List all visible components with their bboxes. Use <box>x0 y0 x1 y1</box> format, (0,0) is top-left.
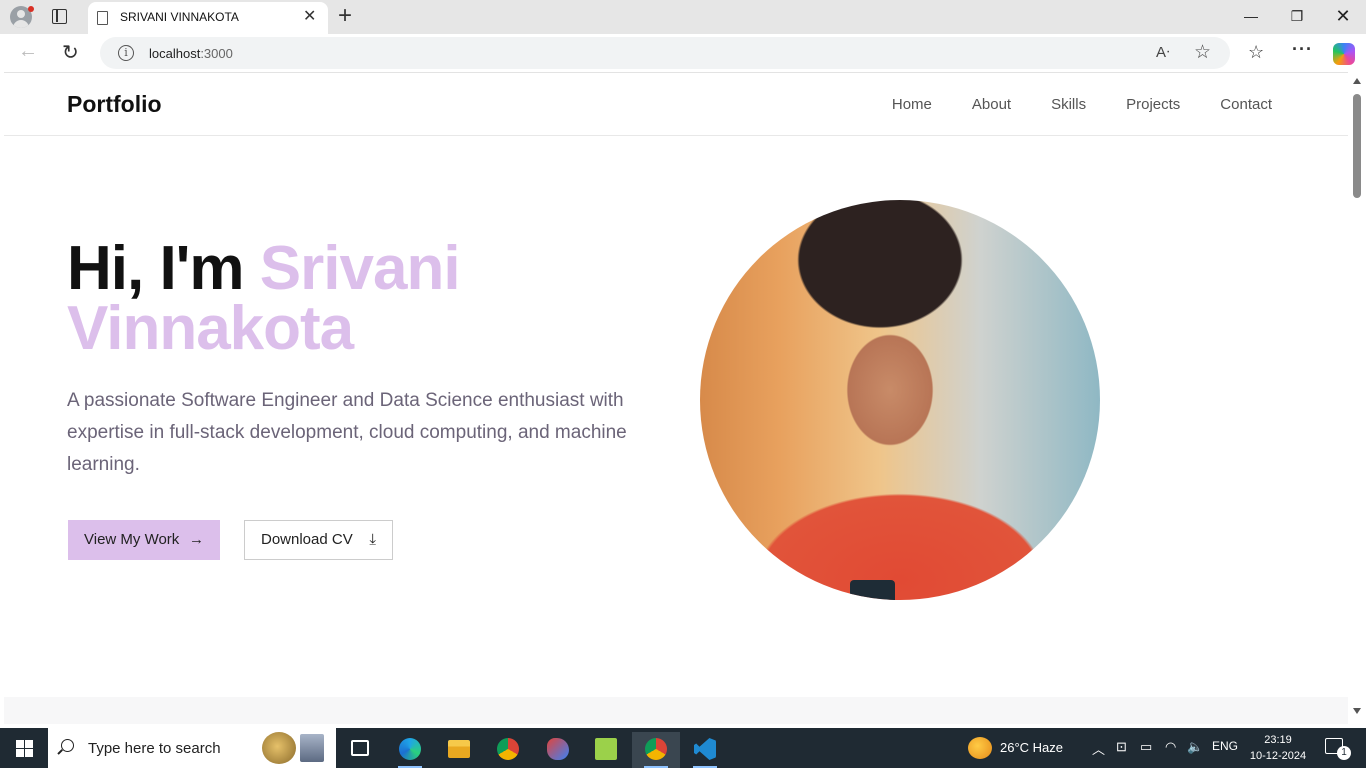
read-aloud-icon[interactable]: Aᐧ <box>1156 43 1170 61</box>
nav-link-skills[interactable]: Skills <box>1051 96 1086 113</box>
search-highlight-card-icon <box>300 734 324 762</box>
arrow-right-icon: → <box>189 531 204 548</box>
notepad-taskbar-button[interactable] <box>582 732 630 768</box>
task-view-icon <box>351 740 369 756</box>
url-port: :3000 <box>200 46 233 61</box>
reload-icon[interactable]: ↻ <box>62 40 79 65</box>
volume-icon[interactable]: 🔈 <box>1187 739 1203 755</box>
nav-link-projects[interactable]: Projects <box>1126 96 1180 113</box>
edge-taskbar-button[interactable] <box>386 732 434 768</box>
wifi-icon[interactable]: ◠ <box>1165 739 1176 755</box>
taskbar-search[interactable]: Type here to search <box>48 728 336 768</box>
nav-link-home[interactable]: Home <box>892 96 932 113</box>
view-my-work-label: View My Work <box>84 531 180 548</box>
hero-greeting: Hi, I'm <box>67 234 260 303</box>
page-scrollbar[interactable] <box>1348 72 1366 724</box>
nav-links: Home About Skills Projects Contact <box>892 96 1272 113</box>
site-info-icon[interactable]: i <box>118 45 134 61</box>
language-indicator[interactable]: ENG <box>1212 739 1238 753</box>
tab-actions-icon[interactable] <box>52 9 67 24</box>
notepad-icon <box>595 738 617 760</box>
folder-icon <box>448 740 470 758</box>
vscode-taskbar-button[interactable] <box>681 732 729 768</box>
taskbar-clock[interactable]: 23:19 10-12-2024 <box>1249 732 1307 764</box>
browser-toolbar: ← ↻ i localhost:3000 Aᐧ ☆ ☆ ··· <box>0 34 1366 72</box>
address-bar[interactable]: i localhost:3000 Aᐧ ☆ <box>100 37 1230 69</box>
chrome-taskbar-button[interactable] <box>484 732 532 768</box>
edge-icon <box>399 738 421 760</box>
page-viewport: Portfolio Home About Skills Projects Con… <box>4 72 1348 724</box>
smartwatch-detail <box>850 580 895 600</box>
nav-link-about[interactable]: About <box>972 96 1011 113</box>
more-menu-icon[interactable]: ··· <box>1292 39 1313 60</box>
site-brand[interactable]: Portfolio <box>67 91 162 118</box>
minimize-icon[interactable]: — <box>1241 6 1261 26</box>
view-my-work-button[interactable]: View My Work → <box>68 520 220 560</box>
clock-time: 23:19 <box>1264 734 1292 746</box>
paint-icon <box>547 738 569 760</box>
window-close-icon[interactable]: ✕ <box>1333 6 1353 26</box>
profile-notification-dot <box>28 6 34 12</box>
hero-heading: Hi, I'm Srivani Vinnakota <box>67 238 667 360</box>
download-icon: ⤓ <box>369 531 376 548</box>
search-icon <box>61 739 74 752</box>
tray-chevron-up-icon[interactable]: ︿ <box>1092 739 1105 758</box>
favorites-icon[interactable]: ☆ <box>1248 42 1264 63</box>
download-cv-label: Download CV <box>261 531 353 548</box>
page-favicon-icon <box>97 11 108 25</box>
file-explorer-taskbar-button[interactable] <box>435 732 483 768</box>
copilot-icon[interactable] <box>1333 43 1355 65</box>
hero-description: A passionate Software Engineer and Data … <box>67 390 627 475</box>
profile-photo <box>700 200 1100 600</box>
chrome-icon <box>497 738 519 760</box>
tab-close-icon[interactable]: ✕ <box>303 8 316 26</box>
tab-title: SRIVANI VINNAKOTA <box>120 10 239 24</box>
weather-text[interactable]: 26°C Haze <box>1000 740 1063 755</box>
search-highlight-medal-icon <box>262 732 296 764</box>
site-navbar: Portfolio Home About Skills Projects Con… <box>4 73 1348 136</box>
url-text[interactable]: localhost:3000 <box>149 46 233 61</box>
weather-icon[interactable] <box>968 737 992 759</box>
browser-tab[interactable]: SRIVANI VINNAKOTA ✕ <box>88 2 328 34</box>
scroll-thumb[interactable] <box>1353 94 1361 198</box>
tray-device-icon[interactable]: ⊡ <box>1116 739 1127 755</box>
url-host: localhost <box>149 46 201 61</box>
back-arrow-icon[interactable]: ← <box>18 40 38 63</box>
favorite-star-icon[interactable]: ☆ <box>1194 41 1211 64</box>
download-cv-button[interactable]: Download CV ⤓ <box>244 520 393 560</box>
new-tab-icon[interactable]: + <box>338 3 352 29</box>
paint-taskbar-button[interactable] <box>534 732 582 768</box>
search-placeholder: Type here to search <box>88 740 221 757</box>
task-view-button[interactable] <box>336 732 384 768</box>
notification-count-badge: 1 <box>1337 746 1351 760</box>
next-section-edge <box>4 697 1348 724</box>
vscode-icon <box>694 738 716 760</box>
windows-taskbar: Type here to search 26°C Haze ︿ ⊡ ▭ ◠ 🔈 … <box>0 728 1366 768</box>
restore-icon[interactable]: ❐ <box>1287 6 1307 26</box>
windows-start-icon[interactable] <box>16 740 33 757</box>
chrome-profile-taskbar-button[interactable] <box>632 732 680 768</box>
battery-icon[interactable]: ▭ <box>1140 739 1152 755</box>
scroll-up-arrow-icon[interactable] <box>1353 78 1361 84</box>
clock-date: 10-12-2024 <box>1249 750 1307 762</box>
chrome-profile-icon <box>645 738 667 760</box>
nav-link-contact[interactable]: Contact <box>1220 96 1272 113</box>
scroll-down-arrow-icon[interactable] <box>1353 708 1361 714</box>
browser-tab-bar: SRIVANI VINNAKOTA ✕ + — ❐ ✕ <box>0 0 1366 34</box>
